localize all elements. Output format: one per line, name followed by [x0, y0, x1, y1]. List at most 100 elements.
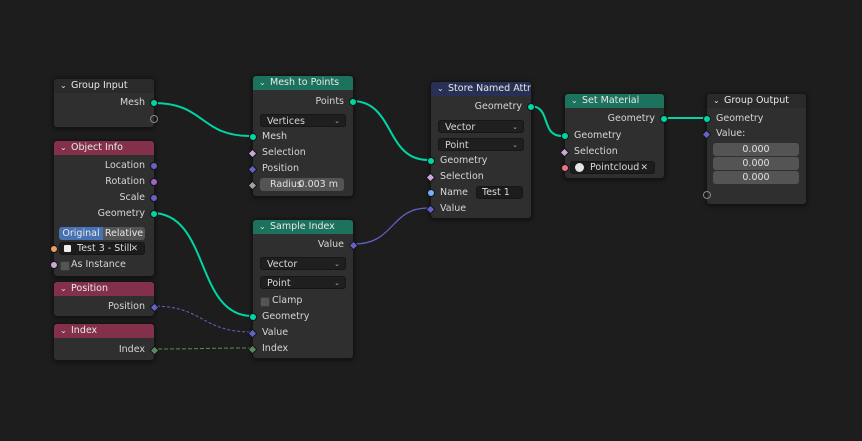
- chevron-down-icon[interactable]: ⌄: [713, 94, 720, 108]
- original-toggle[interactable]: Original: [59, 227, 103, 240]
- clear-icon[interactable]: ✕: [130, 243, 138, 255]
- vector-field-socket-icon[interactable]: [247, 164, 258, 175]
- chevron-down-icon[interactable]: ⌄: [259, 76, 266, 90]
- as-instance-checkbox[interactable]: [60, 261, 70, 271]
- input-extend: [703, 188, 806, 202]
- chevron-down-icon[interactable]: ⌄: [259, 220, 266, 234]
- input-value: Value: [247, 326, 353, 340]
- input-clamp: Clamp: [253, 294, 353, 308]
- node-set-material[interactable]: ⌄ Set Material Geometry Geometry Selecti…: [559, 93, 668, 179]
- socket-label: Name: [440, 187, 469, 198]
- value-z-field[interactable]: 0.000: [713, 171, 799, 184]
- geometry-socket-icon[interactable]: [249, 133, 257, 141]
- node-position[interactable]: ⌄ Position Position: [53, 281, 160, 317]
- link-position-to-value: [151, 305, 253, 333]
- input-geometry: Geometry: [561, 129, 664, 143]
- boolean-field-socket-icon[interactable]: [425, 172, 436, 183]
- boolean-socket-icon[interactable]: [50, 261, 58, 269]
- node-header[interactable]: ⌄ Store Named Attrib...: [431, 82, 531, 96]
- node-header[interactable]: ⌄ Set Material: [565, 94, 664, 108]
- material-socket-icon[interactable]: [561, 164, 569, 172]
- input-radius: Radius 0.003 m: [247, 178, 353, 192]
- data-type-dropdown[interactable]: Vector ⌄: [438, 120, 524, 133]
- node-editor-canvas[interactable]: ⌄ Group Input Mesh ⌄ Object Info Locatio…: [0, 0, 862, 441]
- socket-label: Geometry: [97, 208, 145, 219]
- geometry-socket-icon[interactable]: [150, 210, 158, 218]
- radius-field[interactable]: Radius 0.003 m: [260, 178, 344, 191]
- node-header[interactable]: ⌄ Index: [54, 324, 154, 338]
- geometry-socket-icon[interactable]: [561, 132, 569, 140]
- chevron-down-icon[interactable]: ⌄: [60, 324, 67, 338]
- node-index[interactable]: ⌄ Index Index: [53, 323, 160, 361]
- output-scale: Scale: [54, 191, 158, 205]
- geometry-socket-icon[interactable]: [527, 103, 535, 111]
- socket-label: Selection: [262, 147, 306, 158]
- boolean-field-socket-icon[interactable]: [247, 148, 258, 159]
- mode-dropdown[interactable]: Vertices ⌄: [260, 114, 346, 127]
- relative-toggle[interactable]: Relative: [103, 227, 145, 240]
- integer-field-socket-icon[interactable]: [149, 345, 160, 356]
- input-object: Test 3 - Still ✕: [50, 242, 154, 256]
- empty-socket-icon[interactable]: [150, 115, 158, 123]
- socket-label: Scale: [119, 192, 145, 203]
- geometry-socket-icon[interactable]: [703, 115, 711, 123]
- clamp-checkbox[interactable]: [260, 297, 270, 307]
- vector-socket-icon[interactable]: [150, 162, 158, 170]
- object-socket-icon[interactable]: [50, 245, 58, 253]
- geometry-socket-icon[interactable]: [349, 98, 357, 106]
- empty-socket-icon[interactable]: [703, 191, 711, 199]
- node-header[interactable]: ⌄ Mesh to Points: [253, 76, 353, 90]
- clear-icon[interactable]: ✕: [640, 162, 648, 174]
- node-header[interactable]: ⌄ Group Input: [54, 79, 154, 93]
- object-name: Test 3 - Still: [77, 243, 132, 254]
- chevron-down-icon[interactable]: ⌄: [60, 282, 67, 296]
- value-y-field[interactable]: 0.000: [713, 157, 799, 170]
- dropdown-value: Point: [445, 140, 469, 151]
- rotation-socket-icon[interactable]: [150, 178, 158, 186]
- node-header[interactable]: ⌄ Sample Index: [253, 220, 353, 234]
- geometry-socket-icon[interactable]: [150, 99, 158, 107]
- node-title: Mesh to Points: [270, 77, 340, 88]
- vector-socket-icon[interactable]: [150, 194, 158, 202]
- link-mesh-to-mesh: [153, 102, 251, 137]
- geometry-socket-icon[interactable]: [660, 115, 668, 123]
- name-field[interactable]: Test 1: [476, 186, 523, 199]
- boolean-field-socket-icon[interactable]: [559, 147, 570, 158]
- node-header[interactable]: ⌄ Position: [54, 282, 154, 296]
- socket-label: Value: [317, 239, 344, 250]
- object-field[interactable]: Test 3 - Still ✕: [59, 242, 145, 255]
- input-selection: Selection: [425, 170, 531, 184]
- socket-label: Geometry: [607, 113, 655, 124]
- vector-field-socket-icon[interactable]: [247, 328, 258, 339]
- link-objectgeometry-to-sample: [151, 212, 253, 317]
- chevron-down-icon[interactable]: ⌄: [60, 141, 67, 155]
- field-label: Radius: [270, 179, 302, 190]
- material-field[interactable]: Pointcloud ✕: [570, 161, 655, 174]
- chevron-down-icon[interactable]: ⌄: [571, 94, 578, 108]
- node-sample-index[interactable]: ⌄ Sample Index Value Vector ⌄ Point ⌄ Cl…: [247, 219, 359, 359]
- float-field-socket-icon[interactable]: [247, 180, 258, 191]
- node-object-info[interactable]: ⌄ Object Info Location Rotation Scale Ge…: [50, 140, 158, 277]
- integer-field-socket-icon[interactable]: [247, 344, 258, 355]
- node-group-input[interactable]: ⌄ Group Input Mesh: [53, 78, 158, 128]
- node-header[interactable]: ⌄ Object Info: [54, 141, 154, 155]
- string-socket-icon[interactable]: [427, 189, 435, 197]
- chevron-down-icon[interactable]: ⌄: [437, 82, 444, 96]
- domain-dropdown[interactable]: Point ⌄: [438, 138, 524, 151]
- input-mesh: Mesh: [249, 130, 353, 144]
- domain-dropdown[interactable]: Point ⌄: [260, 276, 346, 289]
- node-header[interactable]: ⌄ Group Output: [707, 94, 806, 108]
- node-group-output[interactable]: ⌄ Group Output Geometry Value: 0.000 0.0…: [701, 93, 807, 205]
- vector-field-socket-icon[interactable]: [149, 302, 160, 313]
- geometry-socket-icon[interactable]: [427, 157, 435, 165]
- chevron-down-icon[interactable]: ⌄: [60, 79, 67, 93]
- vector-field-socket-icon[interactable]: [425, 204, 436, 215]
- value-x-field[interactable]: 0.000: [713, 143, 799, 156]
- input-name: Name Test 1: [427, 186, 531, 200]
- vector-field-socket-icon[interactable]: [701, 129, 712, 140]
- vector-field-socket-icon[interactable]: [348, 240, 359, 251]
- geometry-socket-icon[interactable]: [249, 313, 257, 321]
- node-store-named-attribute[interactable]: ⌄ Store Named Attrib... Geometry Vector …: [425, 81, 535, 219]
- node-mesh-to-points[interactable]: ⌄ Mesh to Points Points Vertices ⌄ Mesh …: [247, 75, 357, 197]
- data-type-dropdown[interactable]: Vector ⌄: [260, 257, 346, 270]
